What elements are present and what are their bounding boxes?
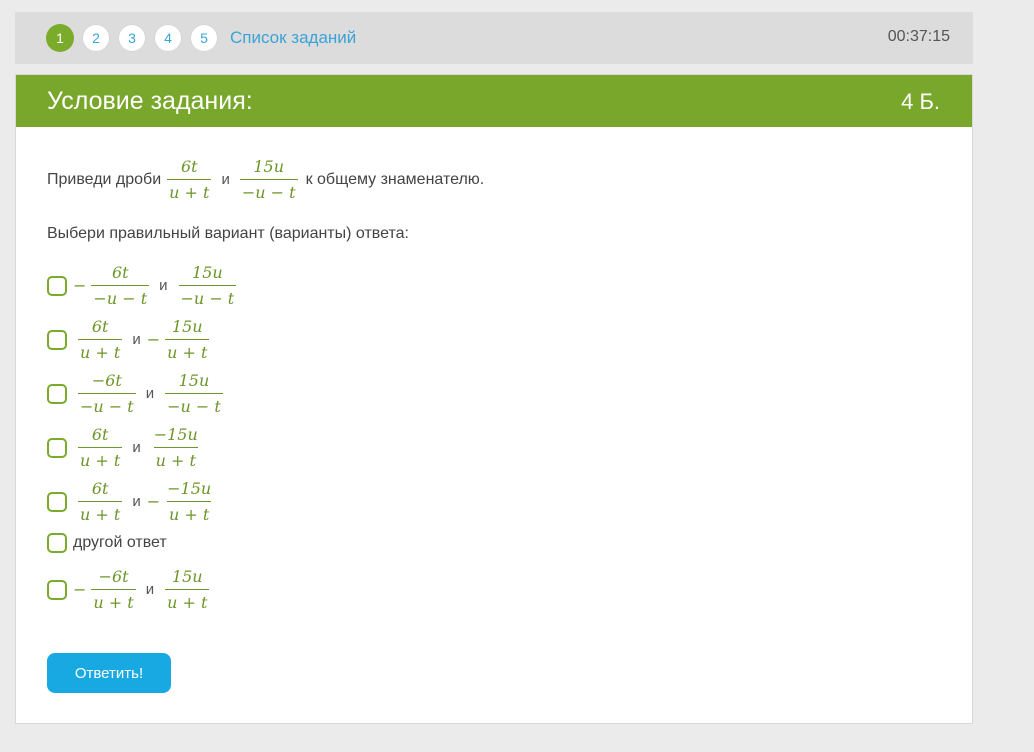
option-7-numerator-1: −6t bbox=[98, 567, 129, 586]
option-4-fraction-1: 6t u + t bbox=[78, 425, 123, 470]
option-4-denominator-1: u + t bbox=[78, 447, 123, 470]
option-3-conjunction: и bbox=[145, 385, 155, 402]
option-5-denominator-1: u + t bbox=[78, 501, 123, 524]
answer-checkbox-6[interactable] bbox=[47, 533, 67, 553]
option-3-numerator-2: 15u bbox=[178, 371, 210, 390]
timer: 00:37:15 bbox=[887, 28, 950, 45]
page-button-5[interactable]: 5 bbox=[190, 24, 218, 52]
option-5-conjunction: и bbox=[132, 493, 141, 510]
option-2-numerator-2: 15u bbox=[171, 317, 203, 336]
answer-checkbox-5[interactable] bbox=[47, 491, 67, 512]
option-5-numerator-1: 6t bbox=[91, 479, 109, 498]
answer-checkbox-2[interactable] bbox=[47, 329, 67, 350]
task-card: Условие задания: 4 Б. Приведи дроби 6t u… bbox=[15, 74, 973, 724]
answer-checkbox-1[interactable] bbox=[47, 275, 67, 296]
answer-option-5[interactable]: 6t u + t и − −15u u + t bbox=[47, 479, 217, 524]
fraction-b: 15u −u − t bbox=[239, 157, 298, 202]
option-2-sign-2: − bbox=[146, 330, 161, 349]
option-7-conjunction: и bbox=[145, 581, 155, 598]
task-navigation-bar: 1 2 3 4 5 Список заданий 00:37:15 bbox=[15, 12, 973, 64]
option-7-denominator-1: u + t bbox=[91, 589, 136, 612]
option-1-denominator-2: −u − t bbox=[178, 285, 237, 308]
option-1-denominator-1: −u − t bbox=[91, 285, 150, 308]
option-6-text: другой ответ bbox=[73, 534, 167, 551]
option-1-sign-1: − bbox=[73, 276, 87, 295]
task-title: Условие задания: bbox=[47, 87, 253, 115]
task-header: Условие задания: 4 Б. bbox=[16, 75, 972, 127]
option-4-numerator-2: −15u bbox=[153, 425, 198, 444]
option-4-fraction-2: −15u u + t bbox=[152, 425, 200, 470]
answer-checkbox-3[interactable] bbox=[47, 383, 67, 404]
option-3-denominator-2: −u − t bbox=[165, 393, 223, 416]
instruction-text: Выбери правильный вариант (варианты) отв… bbox=[47, 225, 409, 242]
answer-checkbox-4[interactable] bbox=[47, 437, 67, 458]
task-list-link[interactable]: Список заданий bbox=[230, 28, 356, 48]
answer-option-3[interactable]: −6t −u − t и 15u −u − t bbox=[47, 371, 227, 416]
fraction-a-denominator: u + t bbox=[167, 179, 212, 202]
option-5-numerator-2: −15u bbox=[167, 479, 212, 498]
page-button-1[interactable]: 1 bbox=[46, 24, 74, 52]
option-2-denominator-1: u + t bbox=[78, 339, 123, 362]
question-text: Приведи дроби 6t u + t и 15u −u − t к об… bbox=[47, 157, 484, 202]
answer-option-2[interactable]: 6t u + t и − 15u u + t bbox=[47, 317, 213, 362]
task-points: 4 Б. bbox=[901, 89, 940, 114]
option-4-conjunction: и bbox=[132, 439, 141, 456]
option-5-denominator-2: u + t bbox=[166, 501, 212, 524]
fraction-a: 6t u + t bbox=[167, 157, 212, 202]
option-2-denominator-2: u + t bbox=[165, 339, 210, 362]
option-7-fraction-2: 15u u + t bbox=[165, 567, 210, 612]
fraction-a-numerator: 6t bbox=[181, 157, 198, 176]
option-1-fraction-1: 6t −u − t bbox=[91, 263, 150, 308]
option-2-fraction-2: 15u u + t bbox=[165, 317, 210, 362]
option-7-numerator-2: 15u bbox=[171, 567, 203, 586]
task-pagination: 1 2 3 4 5 Список заданий bbox=[46, 24, 356, 52]
answer-option-4[interactable]: 6t u + t и −15u u + t bbox=[47, 425, 204, 470]
page-button-3[interactable]: 3 bbox=[118, 24, 146, 52]
option-7-denominator-2: u + t bbox=[165, 589, 210, 612]
option-4-denominator-2: u + t bbox=[153, 447, 198, 470]
option-5-fraction-2: −15u u + t bbox=[165, 479, 213, 524]
page-button-4[interactable]: 4 bbox=[154, 24, 182, 52]
submit-answer-button[interactable]: Ответить! bbox=[47, 653, 171, 693]
option-3-fraction-1: −6t −u − t bbox=[78, 371, 136, 416]
option-2-numerator-1: 6t bbox=[91, 317, 109, 336]
question-conjunction: и bbox=[221, 171, 230, 188]
option-5-fraction-1: 6t u + t bbox=[78, 479, 123, 524]
fraction-b-denominator: −u − t bbox=[239, 179, 298, 202]
question-prefix: Приведи дроби bbox=[47, 170, 162, 188]
option-1-numerator-2: 15u bbox=[192, 263, 223, 282]
option-1-numerator-1: 6t bbox=[111, 263, 129, 282]
option-7-sign-1: − bbox=[73, 580, 87, 599]
option-1-fraction-2: 15u −u − t bbox=[178, 263, 237, 308]
option-2-fraction-1: 6t u + t bbox=[78, 317, 123, 362]
answer-option-7[interactable]: − −6t u + t и 15u u + t bbox=[47, 567, 213, 612]
option-5-sign-2: − bbox=[146, 492, 161, 511]
fraction-b-numerator: 15u bbox=[253, 157, 285, 176]
option-3-fraction-2: 15u −u − t bbox=[165, 371, 223, 416]
option-3-denominator-1: −u − t bbox=[78, 393, 136, 416]
page-button-2[interactable]: 2 bbox=[82, 24, 110, 52]
option-1-conjunction: и bbox=[159, 277, 168, 294]
answer-option-1[interactable]: − 6t −u − t и 15u −u − t bbox=[47, 263, 240, 308]
answer-option-6[interactable]: другой ответ bbox=[47, 533, 167, 553]
option-2-conjunction: и bbox=[132, 331, 141, 348]
option-7-fraction-1: −6t u + t bbox=[91, 567, 136, 612]
answer-checkbox-7[interactable] bbox=[47, 579, 67, 600]
question-suffix: к общему знаменателю. bbox=[305, 170, 485, 188]
option-4-numerator-1: 6t bbox=[91, 425, 109, 444]
option-3-numerator-1: −6t bbox=[91, 371, 122, 390]
